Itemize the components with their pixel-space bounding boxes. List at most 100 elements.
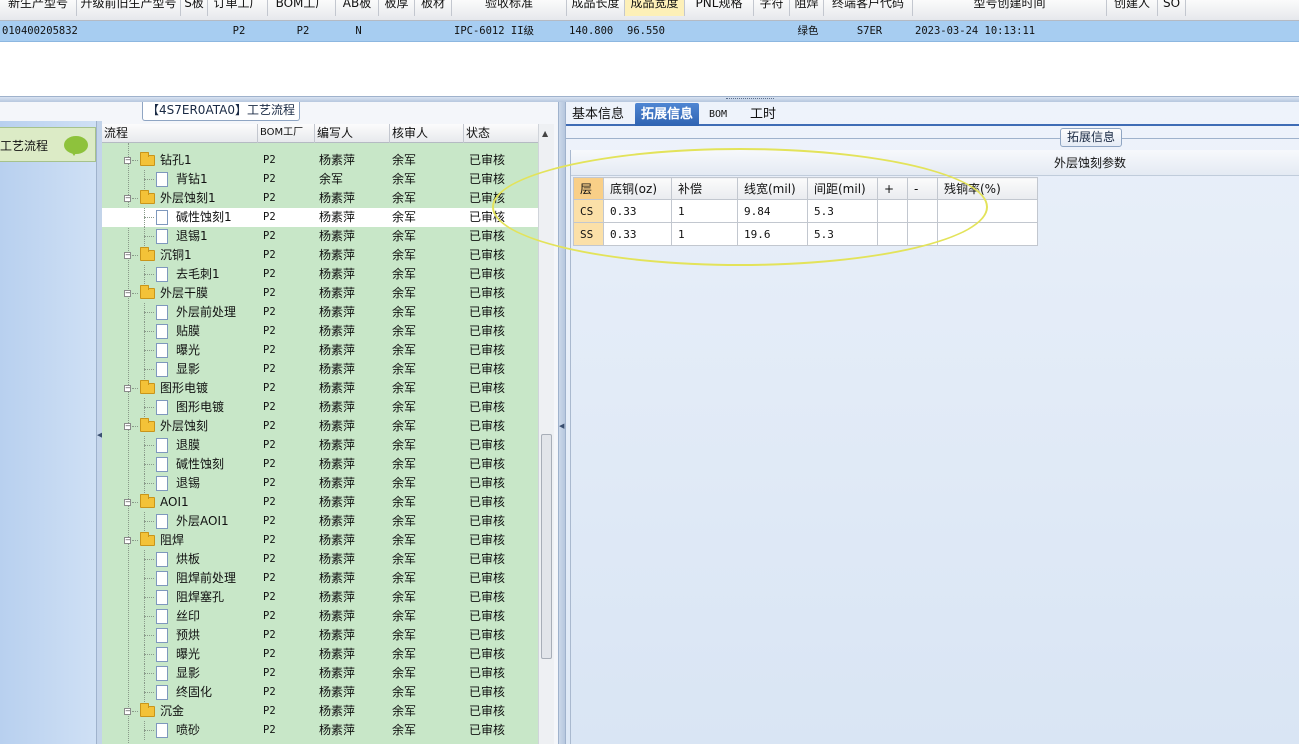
table-header-cell[interactable]: 层 xyxy=(573,177,604,200)
tree-row[interactable]: 曝光 P2 杨素萍 余军 已审核 xyxy=(102,341,538,360)
collapse-toggle-icon[interactable]: − xyxy=(124,537,131,544)
tree-col-factory[interactable]: BOM工厂 xyxy=(258,124,315,143)
grid-selected-row[interactable]: 010400205832 P2 P2 N IPC-6012 II级 140.800 96.5… xyxy=(0,21,1299,42)
collapse-toggle-icon[interactable]: − xyxy=(124,708,131,715)
table-cell[interactable]: 0.33 xyxy=(603,222,672,246)
grid-cell[interactable] xyxy=(754,21,790,41)
grid-cell[interactable] xyxy=(77,21,181,41)
tree-col-process[interactable]: 流程 xyxy=(102,124,258,143)
grid-col-12[interactable]: 字符 xyxy=(754,0,790,16)
collapse-toggle-icon[interactable]: − xyxy=(124,423,131,430)
table-row[interactable]: CS 0.33 1 9.84 5.3 xyxy=(573,199,1038,223)
grid-cell[interactable]: 140.800 xyxy=(567,21,625,41)
tree-row[interactable]: 丝印 P2 杨素萍 余军 已审核 xyxy=(102,607,538,626)
grid-col-5[interactable]: AB板 xyxy=(336,0,379,16)
tree-row[interactable]: 阻焊前处理 P2 杨素萍 余军 已审核 xyxy=(102,569,538,588)
grid-cell[interactable]: 绿色 xyxy=(790,21,824,41)
grid-cell[interactable]: 010400205832 xyxy=(0,21,77,41)
grid-cell[interactable]: N xyxy=(336,21,379,41)
tree-row[interactable]: − AOI1 P2 杨素萍 余军 已审核 xyxy=(102,493,538,512)
tree-row[interactable]: 背钻1 P2 余军 余军 已审核 xyxy=(102,170,538,189)
grid-col-13[interactable]: 阻焊 xyxy=(790,0,824,16)
tree-row[interactable]: 碱性蚀刻1 P2 杨素萍 余军 已审核 xyxy=(102,208,538,227)
grid-col-17[interactable]: SO xyxy=(1158,0,1186,16)
table-cell[interactable] xyxy=(937,222,1038,246)
grid-col-11[interactable]: PNL规格 xyxy=(685,0,754,16)
tree-scrollbar[interactable]: ▲ xyxy=(538,124,554,744)
grid-cell[interactable] xyxy=(415,21,452,41)
grid-col-9[interactable]: 成品长度 xyxy=(567,0,625,16)
grid-cell[interactable]: S7ER xyxy=(824,21,913,41)
tree-row[interactable]: − 阻焊 P2 杨素萍 余军 已审核 xyxy=(102,531,538,550)
splitter-grip-icon[interactable] xyxy=(726,98,774,101)
table-cell[interactable]: SS xyxy=(573,222,604,246)
splitter-arrow-icon[interactable]: ◀ xyxy=(559,422,564,430)
tree-col-reviewer[interactable]: 核审人 xyxy=(390,124,464,143)
grid-cell[interactable] xyxy=(379,21,415,41)
table-cell[interactable]: CS xyxy=(573,199,604,223)
table-header-cell[interactable]: 底铜(oz) xyxy=(603,177,672,200)
tree-row[interactable]: 外层前处理 P2 杨素萍 余军 已审核 xyxy=(102,303,538,322)
table-cell[interactable]: 1 xyxy=(671,199,738,223)
grid-cell[interactable]: IPC-6012 II级 xyxy=(452,21,567,41)
grid-col-0[interactable]: 新生产型号 xyxy=(0,0,77,16)
tree-row[interactable]: − 外层蚀刻1 P2 杨素萍 余军 已审核 xyxy=(102,189,538,208)
table-header-cell[interactable]: 补偿 xyxy=(671,177,738,200)
table-cell[interactable]: 5.3 xyxy=(807,199,878,223)
tree-row[interactable]: − 沉铜1 P2 杨素萍 余军 已审核 xyxy=(102,246,538,265)
table-cell[interactable] xyxy=(937,199,1038,223)
grid-cell[interactable]: P2 xyxy=(208,21,268,41)
tree-row[interactable]: 显影 P2 杨素萍 余军 已审核 xyxy=(102,360,538,379)
grid-cell[interactable]: 2023-03-24 10:13:11 xyxy=(913,21,1107,41)
tree-row[interactable]: 外层AOI1 P2 杨素萍 余军 已审核 xyxy=(102,512,538,531)
collapse-toggle-icon[interactable]: − xyxy=(124,385,131,392)
tree-col-status[interactable]: 状态 xyxy=(464,124,538,143)
grid-col-4[interactable]: BOM工厂 xyxy=(268,0,336,16)
tree-row[interactable]: 显影 P2 杨素萍 余军 已审核 xyxy=(102,664,538,683)
table-header-cell[interactable]: 残铜率(%) xyxy=(937,177,1038,200)
collapse-toggle-icon[interactable]: − xyxy=(124,499,131,506)
table-cell[interactable] xyxy=(877,199,908,223)
tree-row[interactable]: 去毛刺1 P2 杨素萍 余军 已审核 xyxy=(102,265,538,284)
grid-col-14[interactable]: 终端客户代码 xyxy=(824,0,913,16)
tree-row[interactable]: 碱性蚀刻 P2 杨素萍 余军 已审核 xyxy=(102,455,538,474)
tree-row[interactable]: 烘板 P2 杨素萍 余军 已审核 xyxy=(102,550,538,569)
table-cell[interactable]: 9.84 xyxy=(737,199,808,223)
grid-cell[interactable] xyxy=(181,21,208,41)
grid-col-6[interactable]: 板厚 xyxy=(379,0,415,16)
collapse-toggle-icon[interactable]: − xyxy=(124,290,131,297)
grid-cell[interactable]: P2 xyxy=(268,21,336,41)
tree-row[interactable]: − 外层蚀刻 P2 杨素萍 余军 已审核 xyxy=(102,417,538,436)
grid-cell[interactable] xyxy=(685,21,754,41)
table-header-cell[interactable]: - xyxy=(907,177,938,200)
tree-row[interactable]: 阻焊塞孔 P2 杨素萍 余军 已审核 xyxy=(102,588,538,607)
grid-col-3[interactable]: 订单工厂 xyxy=(208,0,268,16)
tree-row[interactable]: − 外层干膜 P2 杨素萍 余军 已审核 xyxy=(102,284,538,303)
tree-row[interactable]: 曝光 P2 杨素萍 余军 已审核 xyxy=(102,645,538,664)
grid-col-15[interactable]: 型号创建时间 xyxy=(913,0,1107,16)
tab-1[interactable]: 拓展信息 xyxy=(635,103,700,126)
collapse-toggle-icon[interactable]: − xyxy=(124,157,131,164)
tree-row[interactable]: 终固化 P2 杨素萍 余军 已审核 xyxy=(102,683,538,702)
tree-row[interactable]: 退膜 P2 杨素萍 余军 已审核 xyxy=(102,436,538,455)
tree-row[interactable]: 贴膜 P2 杨素萍 余军 已审核 xyxy=(102,322,538,341)
table-cell[interactable] xyxy=(907,222,938,246)
tree-row[interactable]: 喷砂 P2 杨素萍 余军 已审核 xyxy=(102,721,538,740)
grid-col-7[interactable]: 板材 xyxy=(415,0,452,16)
tree-row[interactable]: − 沉金 P2 杨素萍 余军 已审核 xyxy=(102,702,538,721)
grid-col-2[interactable]: S板 xyxy=(181,0,208,16)
grid-col-16[interactable]: 创建人 xyxy=(1107,0,1158,16)
table-cell[interactable] xyxy=(907,199,938,223)
grid-col-1[interactable]: 升级前旧生产型号 xyxy=(77,0,181,16)
table-row[interactable]: SS 0.33 1 19.6 5.3 xyxy=(573,222,1038,246)
table-cell[interactable]: 5.3 xyxy=(807,222,878,246)
grid-cell[interactable] xyxy=(1107,21,1158,41)
grid-col-8[interactable]: 验收标准 xyxy=(452,0,567,16)
nav-item-process-flow[interactable]: 工艺流程 xyxy=(0,127,96,162)
table-header-cell[interactable]: 线宽(mil) xyxy=(737,177,808,200)
scroll-up-icon[interactable]: ▲ xyxy=(542,129,548,138)
scrollbar-thumb[interactable] xyxy=(541,434,552,659)
table-header-cell[interactable]: + xyxy=(877,177,908,200)
table-cell[interactable]: 1 xyxy=(671,222,738,246)
tree-row[interactable]: − 图形电镀 P2 杨素萍 余军 已审核 xyxy=(102,379,538,398)
